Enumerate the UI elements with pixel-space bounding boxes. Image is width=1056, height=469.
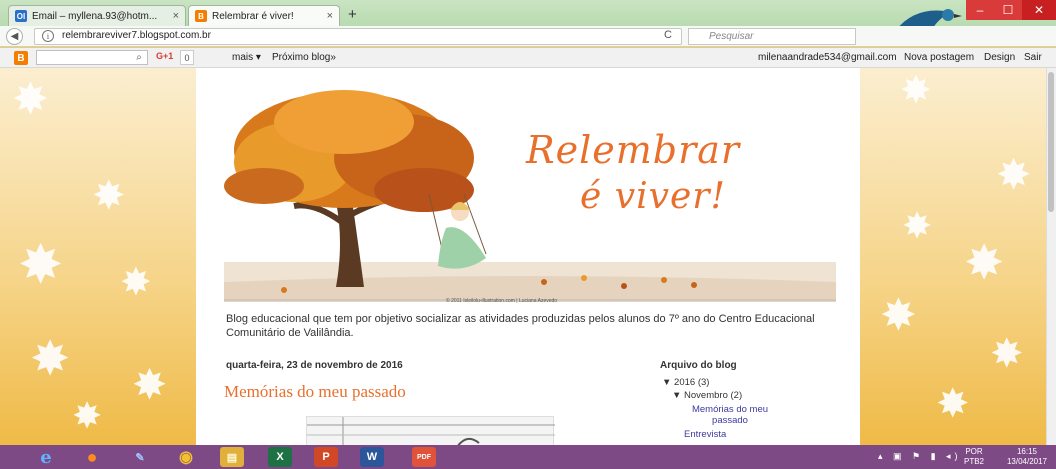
tray-icons[interactable]: ▴ ▣ ⚑ ▮ ◂)	[878, 451, 962, 462]
sign-out-link[interactable]: Sair	[1024, 52, 1042, 63]
ie-icon[interactable]: e	[34, 447, 58, 468]
maple-leaf-icon: ✸	[902, 205, 933, 246]
blog-title-line2[interactable]: é viver!	[580, 176, 726, 217]
search-icon[interactable]: ⌕	[130, 50, 148, 65]
tab-email-label: Email – myllena.93@hotm...	[32, 10, 158, 22]
new-tab-button[interactable]: +	[348, 6, 357, 23]
maple-leaf-icon: ✸	[990, 332, 1024, 376]
maple-leaf-icon: ✸	[120, 262, 152, 304]
tab-email[interactable]: Ol Email – myllena.93@hotm... ×	[8, 5, 186, 26]
language-indicator[interactable]: POR PTB2	[964, 447, 984, 467]
maple-leaf-icon: ✸	[92, 174, 126, 218]
reload-icon[interactable]: C	[664, 29, 672, 41]
post-image-sketch	[307, 417, 555, 445]
archive-post-link[interactable]: Memórias do meu passado	[682, 404, 778, 426]
maple-leaf-icon: ✸	[996, 151, 1032, 198]
illustration-credit: © 2011 Isleilolu-illustration.com | Luci…	[446, 298, 558, 304]
minimize-button[interactable]: –	[966, 0, 994, 20]
tab-blog[interactable]: B Relembrar é viver! ×	[188, 5, 340, 26]
firefox-icon[interactable]: ●	[80, 447, 104, 467]
more-menu[interactable]: mais ▾	[232, 52, 261, 63]
file-explorer-icon[interactable]: ▤	[220, 447, 244, 467]
maple-leaf-icon: ✸	[936, 382, 970, 426]
blogger-logo-icon[interactable]: B	[14, 51, 28, 65]
url-text[interactable]: relembrareviver7.blogspot.com.br	[62, 30, 211, 41]
window-controls: – ☐ ✕	[966, 0, 1056, 20]
maple-leaf-icon: ✸	[18, 235, 64, 295]
gplus-count: 0	[180, 50, 194, 65]
browser-search-input[interactable]: Pesquisar	[688, 28, 856, 45]
tab-blog-label: Relembrar é viver!	[212, 10, 294, 22]
archive-post-link[interactable]: Entrevista	[684, 429, 726, 440]
excel-icon[interactable]: X	[268, 447, 292, 467]
close-window-button[interactable]: ✕	[1022, 0, 1056, 20]
maple-leaf-icon: ✸	[12, 75, 49, 124]
post-image	[306, 416, 555, 445]
windows-taskbar: e ● ✎ ◉ ▤ X P W PDF ▴ ▣ ⚑ ▮ ◂) POR PTB2 …	[0, 445, 1056, 469]
post-title-link[interactable]: Memórias do meu passado	[224, 382, 406, 402]
archive-month-toggle[interactable]: ▼ Novembro (2)	[672, 390, 742, 401]
language-code: POR	[965, 447, 983, 456]
back-arrow-icon[interactable]: ◀	[6, 28, 23, 45]
keyboard-layout: PTB2	[964, 457, 985, 466]
clock[interactable]: 16:15 13/04/2017	[1002, 447, 1052, 467]
tab-close-icon[interactable]: ×	[167, 10, 179, 22]
maple-leaf-icon: ✸	[30, 333, 71, 386]
archive-year-toggle[interactable]: ▼ 2016 (3)	[662, 377, 709, 388]
maximize-button[interactable]: ☐	[994, 0, 1022, 20]
blog-content: Relembrar é viver! © 2011 Isleilolu-illu…	[196, 68, 860, 445]
clock-date: 13/04/2017	[1006, 457, 1048, 466]
next-blog-link[interactable]: Próximo blog»	[272, 52, 336, 63]
browser-navigation-bar: ◀ i relembrareviver7.blogspot.com.br C 🔍…	[0, 26, 1056, 47]
archive-title: Arquivo do blog	[660, 360, 737, 371]
blog-description: Blog educacional que tem por objetivo so…	[226, 313, 815, 339]
post-date: quarta-feira, 23 de novembro de 2016	[226, 360, 403, 371]
scrollbar-thumb[interactable]	[1048, 72, 1054, 212]
tab-close-icon[interactable]: ×	[321, 10, 333, 22]
maple-leaf-icon: ✸	[880, 291, 917, 340]
pdf-icon[interactable]: PDF	[412, 447, 436, 467]
gplus-button[interactable]: G+1	[156, 51, 173, 61]
maple-leaf-icon: ✸	[964, 237, 1005, 290]
outlook-icon: Ol	[15, 10, 27, 22]
chrome-icon[interactable]: ◉	[174, 447, 198, 467]
new-post-link[interactable]: Nova postagem	[904, 52, 974, 63]
blogger-icon: B	[195, 10, 207, 22]
maple-leaf-icon: ✸	[132, 361, 168, 408]
info-icon[interactable]: i	[42, 30, 54, 42]
user-email[interactable]: milenaandrade534@gmail.com	[758, 52, 897, 63]
browser-tab-bar: Ol Email – myllena.93@hotm... × B Relemb…	[0, 0, 1056, 26]
maple-leaf-icon: ✸	[72, 395, 103, 436]
powerpoint-icon[interactable]: P	[314, 447, 338, 467]
blog-title-line1[interactable]: Relembrar	[526, 128, 740, 172]
word-icon[interactable]: W	[360, 447, 384, 467]
header-illustration	[224, 90, 836, 302]
paint-icon[interactable]: ✎	[128, 447, 152, 467]
blogger-navbar: B ⌕ G+1 0 mais ▾ Próximo blog» milenaand…	[0, 48, 1056, 68]
maple-leaf-icon: ✸	[900, 70, 932, 112]
clock-time: 16:15	[1016, 447, 1038, 456]
design-link[interactable]: Design	[984, 52, 1015, 63]
